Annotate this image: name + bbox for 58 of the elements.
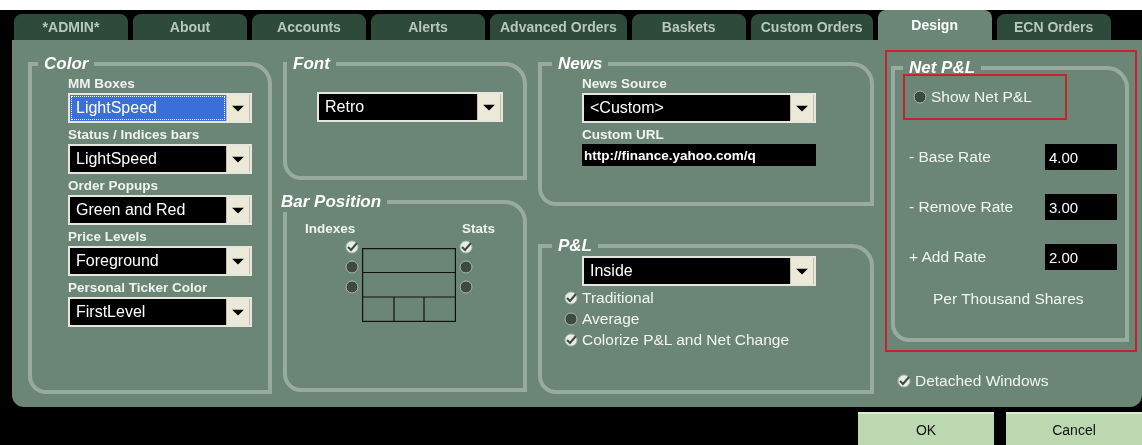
radio-icon[interactable] xyxy=(564,312,578,326)
dropdown[interactable]: FirstLevel xyxy=(68,297,252,327)
ok-button[interactable]: OK xyxy=(858,412,994,445)
tab[interactable]: Custom Orders xyxy=(750,14,873,40)
tab[interactable]: Baskets xyxy=(631,14,746,40)
tab[interactable]: Design xyxy=(877,10,992,40)
url-field[interactable]: http://finance.yahoo.com/q xyxy=(582,144,816,166)
tab[interactable]: *ADMIN* xyxy=(14,14,128,40)
dropdown[interactable]: LightSpeed xyxy=(68,93,252,123)
radio-icon[interactable] xyxy=(459,280,473,294)
option-label: Detached Windows xyxy=(915,372,1049,390)
group-title: Color xyxy=(43,54,90,74)
column-label: Indexes xyxy=(305,220,356,238)
field-label: Status / Indices bars xyxy=(68,126,201,144)
field-label: Price Levels xyxy=(68,228,148,246)
rate-label: - Base Rate xyxy=(909,148,991,166)
note-text: Per Thousand Shares xyxy=(933,290,1085,308)
radio-icon[interactable] xyxy=(459,260,473,274)
checked-radio-icon[interactable] xyxy=(564,333,578,347)
field-label: MM Boxes xyxy=(68,75,136,93)
rate-field[interactable]: 2.00 xyxy=(1045,244,1117,270)
dropdown[interactable]: Retro xyxy=(317,92,503,122)
group-title: Bar Position xyxy=(280,192,383,212)
radio-icon[interactable] xyxy=(345,260,359,274)
rate-field[interactable]: 3.00 xyxy=(1045,194,1117,220)
option-label: Show Net P&L xyxy=(931,88,1032,106)
tab[interactable]: Accounts xyxy=(252,14,366,40)
field-label: Custom URL xyxy=(582,127,664,142)
dropdown[interactable]: Green and Red xyxy=(68,195,252,225)
cancel-button[interactable]: Cancel xyxy=(1006,412,1142,445)
option-label: Average xyxy=(582,310,640,328)
rate-field[interactable]: 4.00 xyxy=(1045,144,1117,170)
radio-icon[interactable] xyxy=(913,90,927,104)
group-title: Font xyxy=(292,54,332,74)
group-title: News xyxy=(557,54,604,74)
checked-radio-icon[interactable] xyxy=(564,291,578,305)
tab[interactable]: Advanced Orders xyxy=(490,14,627,40)
field-label: Personal Ticker Color xyxy=(68,279,209,297)
field-label: Order Popups xyxy=(68,177,159,195)
column-label: Stats xyxy=(462,220,495,238)
group-title: P&L xyxy=(557,236,593,256)
tab[interactable]: ECN Orders xyxy=(996,14,1111,40)
group-title: Net P&L xyxy=(908,58,977,78)
dropdown[interactable]: <Custom> xyxy=(582,93,816,123)
rate-label: + Add Rate xyxy=(909,248,987,266)
option-label: Colorize P&L and Net Change xyxy=(582,331,790,349)
radio-icon[interactable] xyxy=(345,280,359,294)
dropdown[interactable]: Inside xyxy=(582,256,816,286)
option-label: Traditional xyxy=(582,289,654,307)
tab[interactable]: About xyxy=(133,14,247,40)
checked-radio-icon[interactable] xyxy=(897,374,911,388)
rate-label: - Remove Rate xyxy=(909,198,1014,216)
checked-radio-icon[interactable] xyxy=(345,240,359,254)
checked-radio-icon[interactable] xyxy=(459,240,473,254)
field-label: News Source xyxy=(582,76,667,91)
dropdown[interactable]: LightSpeed xyxy=(68,144,252,174)
dropdown[interactable]: Foreground xyxy=(68,246,252,276)
tab[interactable]: Alerts xyxy=(371,14,485,40)
